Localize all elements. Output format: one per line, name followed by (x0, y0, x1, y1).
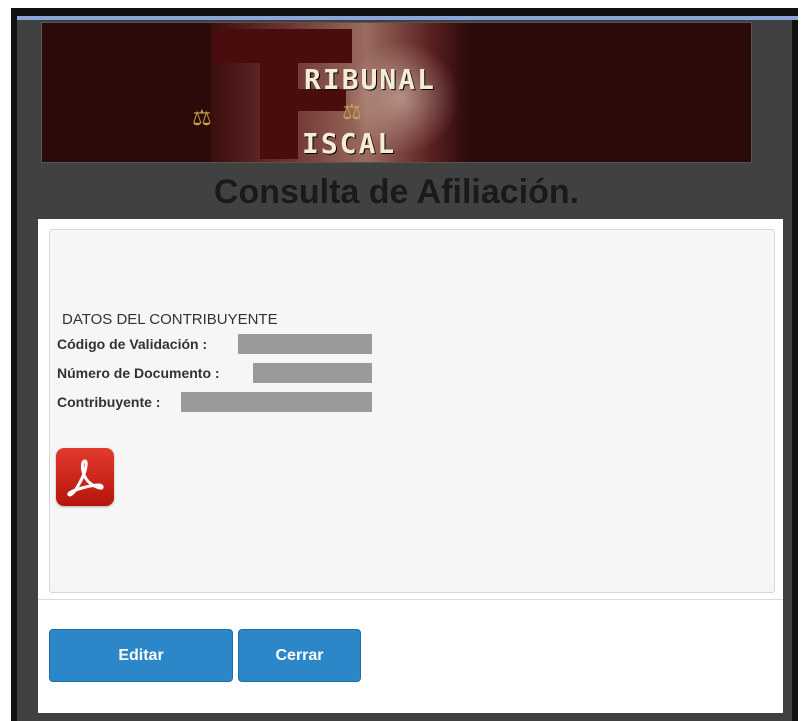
footer-divider (38, 599, 783, 600)
redacted-value (181, 392, 372, 412)
scales-of-justice-icon: ⚖ (192, 105, 212, 130)
pdf-icon (67, 459, 104, 497)
redacted-value (253, 363, 372, 383)
section-title: DATOS DEL CONTRIBUYENTE (62, 311, 278, 328)
modal-dialog: DATOS DEL CONTRIBUYENTE Código de Valida… (38, 219, 783, 713)
field-codigo-validacion: Código de Validación : (57, 336, 207, 352)
header-banner: ⚖ ⚖ RIBUNAL ISCAL (41, 22, 752, 163)
banner-word-tribunal: RIBUNAL (304, 63, 437, 96)
page-title: Consulta de Afiliación. (213, 173, 580, 211)
field-label: Número de Documento : (57, 365, 220, 381)
field-numero-documento: Número de Documento : (57, 365, 220, 381)
scales-of-justice-icon: ⚖ (342, 99, 362, 124)
banner-word-fiscal: ISCAL (302, 127, 397, 160)
pdf-download-button[interactable] (56, 448, 114, 506)
field-label: Código de Validación : (57, 336, 208, 352)
modal-body: DATOS DEL CONTRIBUYENTE Código de Valida… (49, 229, 775, 593)
redacted-value (238, 334, 372, 354)
close-button[interactable]: Cerrar (238, 629, 361, 682)
title-strip: Consulta de Afiliación. (41, 163, 752, 221)
top-accent-line (17, 16, 798, 20)
field-label: Contribuyente : (57, 394, 161, 410)
edit-button[interactable]: Editar (49, 629, 233, 682)
field-contribuyente: Contribuyente : (57, 394, 160, 410)
